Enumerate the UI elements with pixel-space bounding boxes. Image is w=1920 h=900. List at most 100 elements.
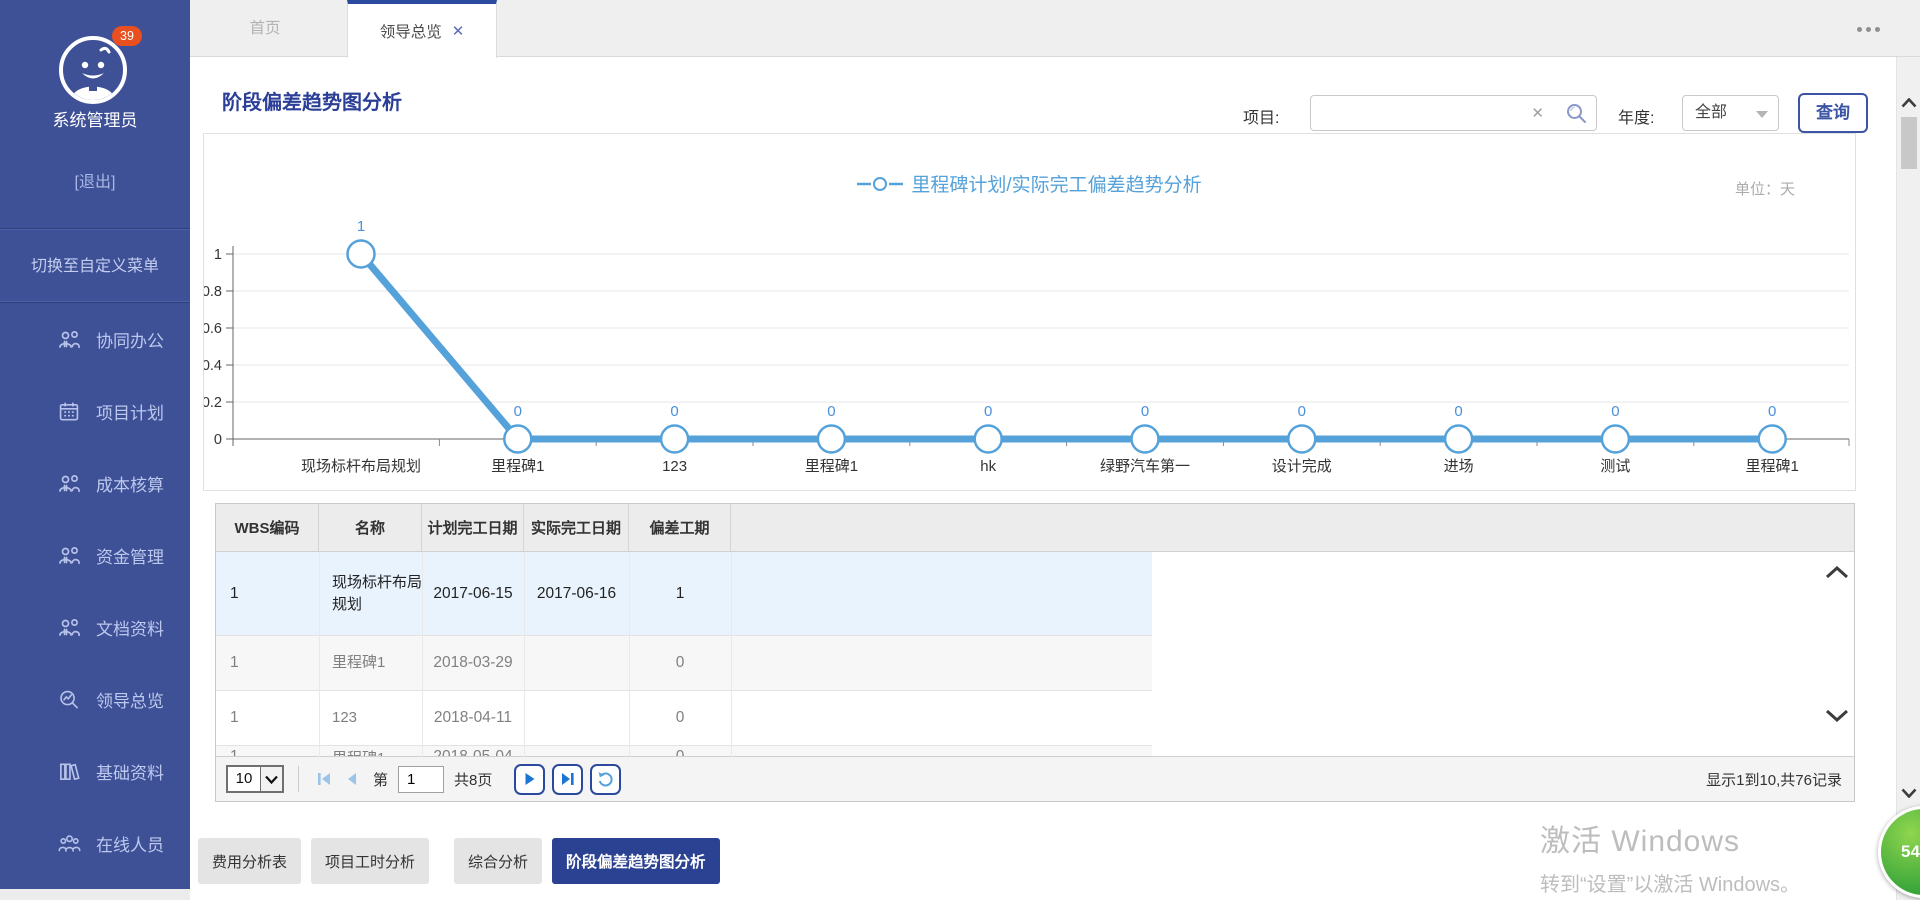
table-body: 1现场标杆布局规划2017-06-152017-06-1611里程碑12018-… (216, 552, 1854, 758)
page-number-input[interactable] (398, 766, 444, 793)
calendar-icon (56, 399, 82, 423)
svg-text:绿野汽车第一: 绿野汽车第一 (1100, 457, 1190, 475)
sidebar: 39 系统管理员 [退出] 切换至自定义菜单 协同办公项目计划成本核算资金管理文… (0, 0, 190, 900)
column-header-filler (731, 504, 1854, 551)
table-row-0[interactable]: 1现场标杆布局规划2017-06-152017-06-161 (216, 552, 1152, 636)
sidebar-item-4[interactable]: 文档资料 (0, 591, 190, 663)
search-icon[interactable] (1565, 102, 1588, 130)
column-header-0[interactable]: WBS编码 (216, 504, 319, 551)
scrollbar-thumb[interactable] (1901, 117, 1917, 169)
bottom-tab-1[interactable]: 项目工时分析 (311, 838, 429, 884)
svg-text:hk: hk (980, 458, 996, 475)
table-scroll-up-icon[interactable] (1825, 566, 1849, 584)
bottom-tab-2[interactable]: 综合分析 (454, 838, 542, 884)
svg-text:设计完成: 设计完成 (1272, 458, 1332, 475)
column-divider (731, 552, 732, 758)
sidebar-item-6[interactable]: 基础资料 (0, 735, 190, 807)
column-divider (524, 552, 525, 758)
bottom-tab-3[interactable]: 阶段偏差趋势图分析 (552, 838, 720, 884)
notification-badge[interactable]: 39 (112, 26, 142, 46)
svg-text:0: 0 (827, 403, 835, 420)
chart-title: 里程碑计划/实际完工偏差趋势分析 (911, 170, 1201, 197)
sidebar-item-3[interactable]: 资金管理 (0, 519, 190, 591)
app-window: 39 系统管理员 [退出] 切换至自定义菜单 协同办公项目计划成本核算资金管理文… (0, 0, 1920, 900)
sidebar-item-2[interactable]: 成本核算 (0, 447, 190, 519)
people-icon (56, 543, 82, 567)
group-icon (56, 831, 82, 855)
column-header-3[interactable]: 实际完工日期 (524, 504, 629, 551)
next-page-button[interactable] (514, 764, 545, 795)
svg-text:里程碑1: 里程碑1 (1746, 458, 1799, 475)
last-page-button[interactable] (552, 764, 583, 795)
assistant-bubble[interactable]: 54 (1878, 806, 1920, 898)
legend-item[interactable]: 里程碑计划/实际完工偏差趋势分析 (857, 170, 1201, 197)
column-header-2[interactable]: 计划完工日期 (422, 504, 524, 551)
chevron-down-icon (1756, 111, 1768, 118)
more-options-icon[interactable] (1857, 27, 1880, 32)
scroll-up-icon[interactable] (1901, 95, 1917, 113)
cell-wbs: 1 (216, 709, 319, 727)
cell-deviation: 0 (629, 709, 731, 727)
table-scroll-down-icon[interactable] (1825, 709, 1849, 727)
cell-wbs: 1 (216, 585, 319, 603)
tab-home[interactable]: 首页 (220, 0, 310, 57)
refresh-button[interactable] (590, 764, 621, 795)
scroll-down-icon[interactable] (1901, 785, 1917, 803)
svg-text:0: 0 (670, 403, 678, 420)
window-bottom-strip (0, 889, 190, 900)
cell-plan_date: 2017-06-15 (422, 585, 524, 603)
bottom-tab-0[interactable]: 费用分析表 (198, 838, 301, 884)
column-header-4[interactable]: 偏差工期 (629, 504, 731, 551)
cell-plan_date: 2018-03-29 (422, 654, 524, 672)
page-prefix-label: 第 (373, 769, 388, 790)
windows-activation-watermark: 激活 Windows 转到“设置”以激活 Windows。 (1540, 816, 1800, 897)
sidebar-item-0[interactable]: 协同办公 (0, 303, 190, 375)
table-row-1[interactable]: 1里程碑12018-03-290 (216, 636, 1152, 691)
first-page-icon[interactable] (313, 768, 335, 790)
svg-text:0.2: 0.2 (204, 395, 222, 411)
watermark-line1: 激活 Windows (1540, 816, 1800, 860)
svg-text:0: 0 (984, 403, 992, 420)
total-pages-label: 共8页 (454, 769, 492, 790)
tab-leadership-overview[interactable]: 领导总览 ✕ (347, 0, 497, 58)
query-button[interactable]: 查询 (1798, 93, 1868, 133)
svg-text:0: 0 (1454, 403, 1462, 420)
project-filter-label: 项目: (1243, 104, 1279, 128)
year-filter-label: 年度: (1618, 104, 1654, 128)
column-divider (319, 552, 320, 758)
sidebar-item-label: 文档资料 (96, 615, 164, 640)
year-dropdown-value: 全部 (1695, 104, 1727, 121)
sidebar-item-label: 在线人员 (96, 831, 164, 856)
chart-legend: 里程碑计划/实际完工偏差趋势分析 (204, 170, 1855, 197)
svg-text:0: 0 (514, 403, 522, 420)
sidebar-item-7[interactable]: 在线人员 (0, 807, 190, 879)
pagination-bar: 10 第 共8页 (216, 756, 1854, 801)
table-row-2[interactable]: 11232018-04-110 (216, 691, 1152, 746)
svg-text:里程碑1: 里程碑1 (491, 458, 544, 475)
sidebar-item-1[interactable]: 项目计划 (0, 375, 190, 447)
year-dropdown[interactable]: 全部 (1682, 95, 1779, 131)
page-scrollbar[interactable] (1896, 57, 1920, 900)
switch-menu-button[interactable]: 切换至自定义菜单 (0, 228, 190, 303)
cell-name: 现场标杆布局规划 (319, 572, 422, 616)
line-series-marker-icon (857, 176, 903, 192)
page-size-value: 10 (228, 767, 260, 791)
cell-deviation: 0 (629, 654, 731, 672)
project-search-input[interactable] (1319, 96, 1529, 130)
column-header-1[interactable]: 名称 (319, 504, 422, 551)
sidebar-item-5[interactable]: 领导总览 (0, 663, 190, 735)
books-icon (56, 759, 82, 783)
logout-link[interactable]: [退出] (0, 168, 190, 192)
svg-text:进场: 进场 (1444, 458, 1474, 475)
chart-search-icon (56, 687, 82, 711)
cell-deviation: 1 (629, 585, 731, 603)
people-icon (56, 327, 82, 351)
close-icon[interactable]: ✕ (452, 22, 465, 40)
svg-text:0: 0 (1768, 403, 1776, 420)
cell-wbs: 1 (216, 654, 319, 672)
divider (298, 766, 299, 792)
clear-icon[interactable]: ✕ (1531, 104, 1544, 122)
page-size-select[interactable]: 10 (226, 765, 284, 793)
tab-bar: 首页 领导总览 ✕ (190, 0, 1920, 57)
prev-page-icon[interactable] (341, 768, 363, 790)
